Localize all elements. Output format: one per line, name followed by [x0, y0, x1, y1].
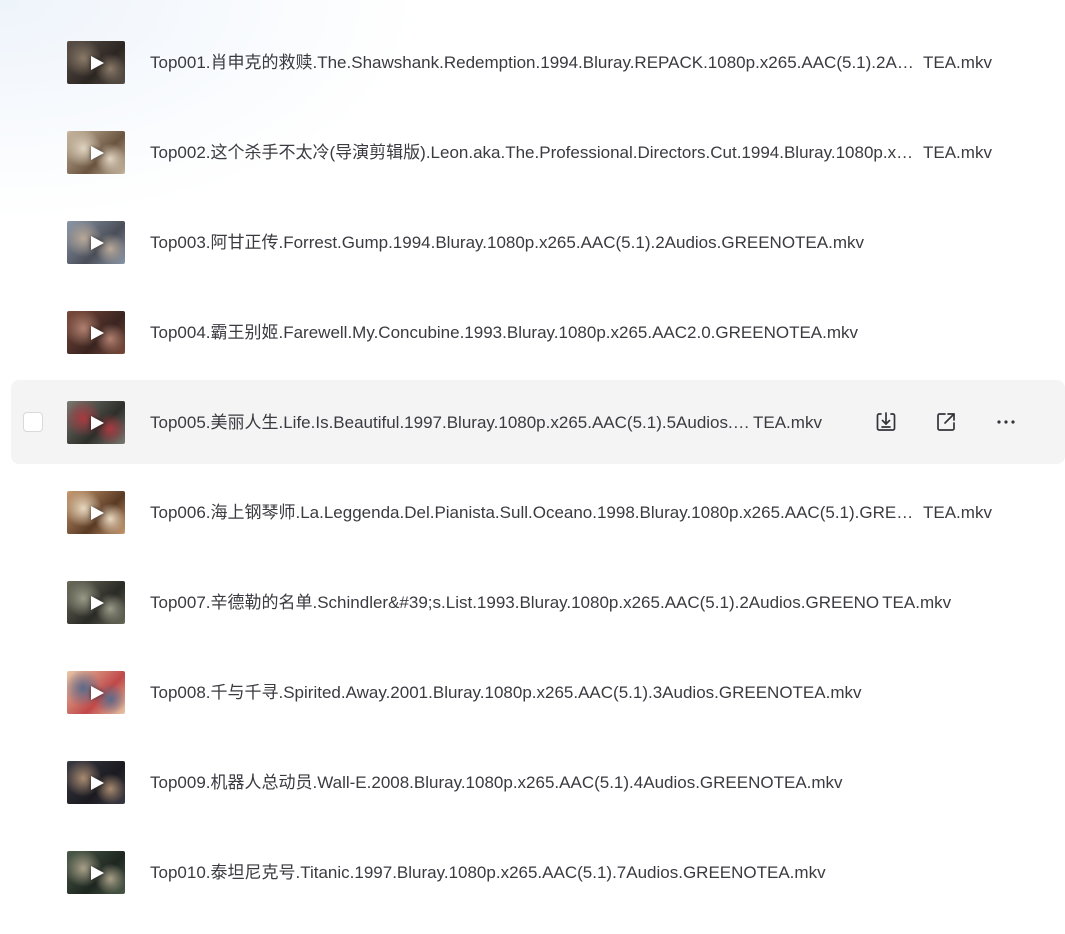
play-icon: [91, 505, 104, 520]
download-button[interactable]: [872, 408, 900, 436]
file-name[interactable]: Top002.这个杀手不太冷(导演剪辑版).Leon.aka.The.Profe…: [150, 143, 992, 163]
video-thumbnail[interactable]: [67, 761, 125, 804]
play-icon: [91, 685, 104, 700]
file-name-text: Top009.机器人总动员.Wall-E.2008.Bluray.1080p.x…: [150, 773, 843, 792]
file-row[interactable]: Top005.美丽人生.Life.Is.Beautiful.1997.Blura…: [11, 380, 1065, 464]
file-row[interactable]: Top006.海上钢琴师.La.Leggenda.Del.Pianista.Su…: [11, 470, 1065, 554]
more-icon: [997, 420, 1015, 424]
share-icon: [937, 413, 955, 431]
video-thumbnail[interactable]: [67, 221, 125, 264]
file-name[interactable]: Top003.阿甘正传.Forrest.Gump.1994.Bluray.108…: [150, 233, 864, 253]
file-name-extension: TEA.mkv: [923, 143, 992, 162]
video-thumbnail[interactable]: [67, 671, 125, 714]
file-name-extension: TEA.mkv: [882, 593, 952, 612]
file-name[interactable]: Top008.千与千寻.Spirited.Away.2001.Bluray.10…: [150, 683, 862, 703]
video-thumbnail[interactable]: [67, 491, 125, 534]
play-icon: [91, 865, 104, 880]
row-actions: [11, 408, 1065, 436]
file-row[interactable]: Top007.辛德勒的名单.Schindler&#39;s.List.1993.…: [11, 560, 1065, 644]
play-icon: [91, 325, 104, 340]
play-icon: [91, 595, 104, 610]
video-thumbnail[interactable]: [67, 131, 125, 174]
download-icon: [876, 412, 896, 431]
play-icon: [91, 145, 104, 160]
play-icon: [91, 775, 104, 790]
file-list-page: Top001.肖申克的救赎.The.Shawshank.Redemption.1…: [0, 0, 1065, 934]
file-name-text: Top004.霸王别姬.Farewell.My.Concubine.1993.B…: [150, 323, 859, 342]
file-name[interactable]: Top007.辛德勒的名单.Schindler&#39;s.List.1993.…: [150, 593, 951, 613]
file-row[interactable]: Top003.阿甘正传.Forrest.Gump.1994.Bluray.108…: [11, 200, 1065, 284]
file-name[interactable]: Top010.泰坦尼克号.Titanic.1997.Bluray.1080p.x…: [150, 863, 826, 883]
file-name-extension: TEA.mkv: [923, 53, 992, 72]
file-row[interactable]: Top008.千与千寻.Spirited.Away.2001.Bluray.10…: [11, 650, 1065, 734]
file-name-extension: TEA.mkv: [923, 503, 992, 522]
video-thumbnail[interactable]: [67, 581, 125, 624]
file-name-text: Top001.肖申克的救赎.The.Shawshank.Redemption.1…: [150, 53, 920, 72]
file-list: Top001.肖申克的救赎.The.Shawshank.Redemption.1…: [0, 20, 1065, 920]
video-thumbnail[interactable]: [67, 41, 125, 84]
file-row[interactable]: Top010.泰坦尼克号.Titanic.1997.Bluray.1080p.x…: [11, 830, 1065, 914]
file-name[interactable]: Top006.海上钢琴师.La.Leggenda.Del.Pianista.Su…: [150, 503, 992, 523]
file-name-text: Top003.阿甘正传.Forrest.Gump.1994.Bluray.108…: [150, 233, 864, 252]
play-icon: [91, 55, 104, 70]
more-button[interactable]: [992, 408, 1020, 436]
file-row[interactable]: Top002.这个杀手不太冷(导演剪辑版).Leon.aka.The.Profe…: [11, 110, 1065, 194]
video-thumbnail[interactable]: [67, 851, 125, 894]
file-name-text: Top002.这个杀手不太冷(导演剪辑版).Leon.aka.The.Profe…: [150, 143, 920, 162]
play-icon: [91, 235, 104, 250]
file-name[interactable]: Top001.肖申克的救赎.The.Shawshank.Redemption.1…: [150, 53, 992, 73]
file-row[interactable]: Top009.机器人总动员.Wall-E.2008.Bluray.1080p.x…: [11, 740, 1065, 824]
file-name[interactable]: Top004.霸王别姬.Farewell.My.Concubine.1993.B…: [150, 323, 858, 343]
file-name-text: Top010.泰坦尼克号.Titanic.1997.Bluray.1080p.x…: [150, 863, 826, 882]
file-row[interactable]: Top001.肖申克的救赎.The.Shawshank.Redemption.1…: [11, 20, 1065, 104]
file-name-text: Top008.千与千寻.Spirited.Away.2001.Bluray.10…: [150, 683, 862, 702]
video-thumbnail[interactable]: [67, 311, 125, 354]
file-name[interactable]: Top009.机器人总动员.Wall-E.2008.Bluray.1080p.x…: [150, 773, 843, 793]
file-name-text: Top007.辛德勒的名单.Schindler&#39;s.List.1993.…: [150, 593, 880, 612]
file-row[interactable]: Top004.霸王别姬.Farewell.My.Concubine.1993.B…: [11, 290, 1065, 374]
share-button[interactable]: [932, 408, 960, 436]
file-name-text: Top006.海上钢琴师.La.Leggenda.Del.Pianista.Su…: [150, 503, 920, 522]
